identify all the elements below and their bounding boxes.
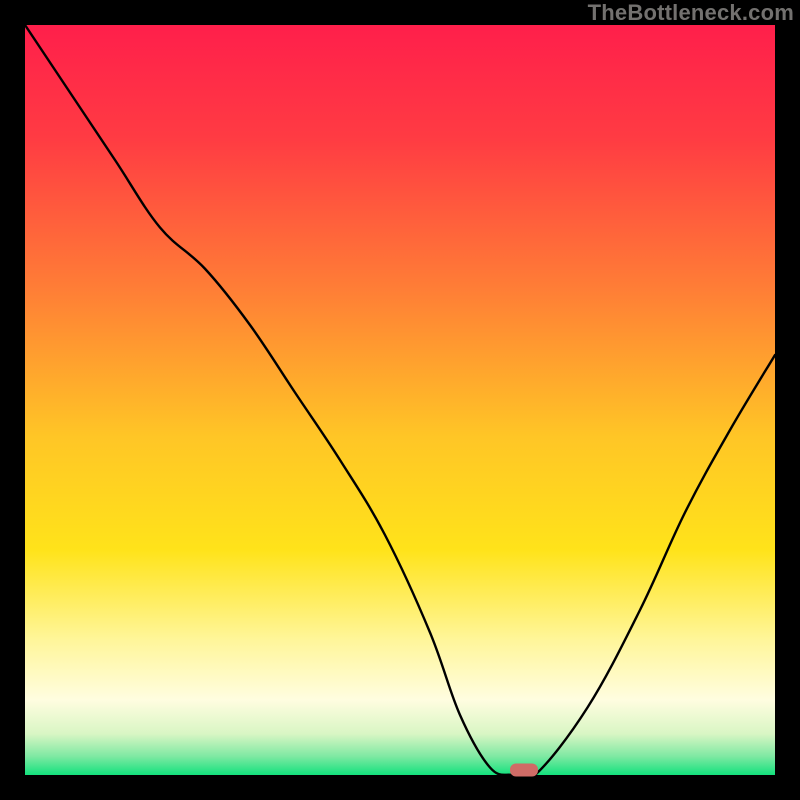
plot-svg	[25, 25, 775, 775]
chart-frame: TheBottleneck.com	[0, 0, 800, 800]
plot-area	[25, 25, 775, 775]
gradient-background	[25, 25, 775, 775]
minimum-marker	[510, 763, 538, 776]
watermark-label: TheBottleneck.com	[588, 0, 794, 26]
